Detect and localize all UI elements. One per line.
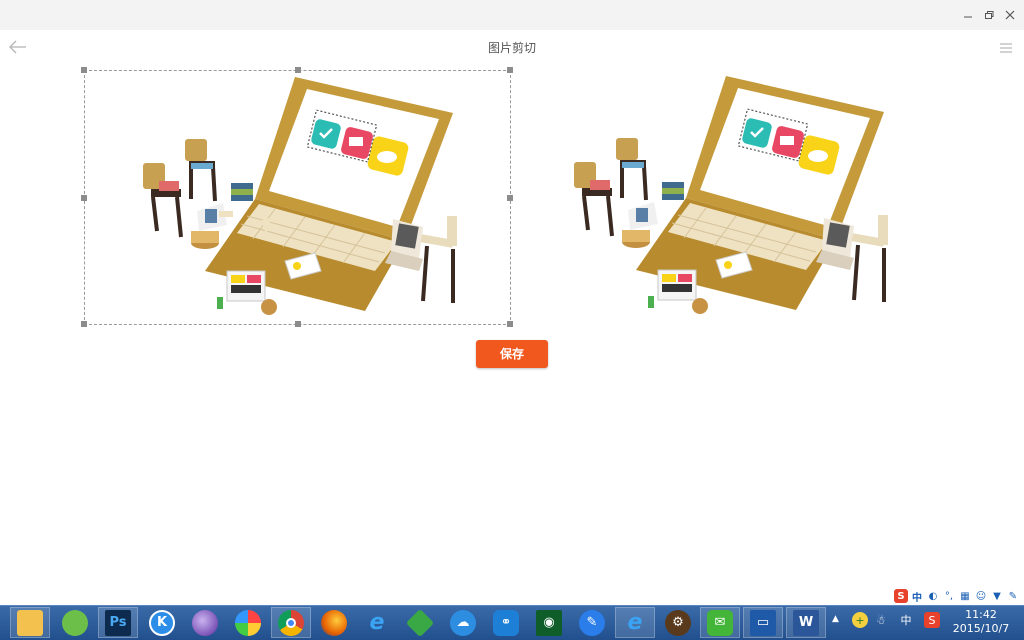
moon-icon[interactable]: ◐ bbox=[926, 589, 940, 603]
sogou-icon[interactable]: S bbox=[894, 589, 908, 603]
taskbar-ie[interactable]: e bbox=[357, 607, 397, 638]
crop-selection-box[interactable] bbox=[81, 67, 513, 327]
show-hidden-icons-icon[interactable]: ▲ bbox=[832, 614, 842, 628]
taskbar-eye-app[interactable]: ◉ bbox=[529, 607, 569, 638]
green-ball-icon bbox=[62, 609, 88, 636]
save-button[interactable]: 保存 bbox=[476, 340, 548, 368]
crop-handle-top-right[interactable] bbox=[507, 67, 513, 73]
taskbar-remote-app[interactable]: ▭ bbox=[743, 607, 783, 638]
taskbar-ie-2[interactable]: e bbox=[615, 607, 655, 638]
firefox-icon bbox=[321, 609, 347, 636]
keyboard-icon[interactable]: ▦ bbox=[958, 589, 972, 603]
monitor-icon: ▭ bbox=[750, 609, 776, 636]
taskbar-green-diamond[interactable] bbox=[400, 607, 440, 638]
crop-handle-bottom-right[interactable] bbox=[507, 321, 513, 327]
hamburger-menu-icon[interactable] bbox=[998, 40, 1014, 54]
ime-toolbar: S 中 ◐ °, ▦ ☺ ▼ ✎ bbox=[892, 587, 1024, 605]
restore-icon[interactable] bbox=[982, 8, 996, 22]
preview-image bbox=[574, 76, 888, 314]
crop-handle-bottom-left[interactable] bbox=[81, 321, 87, 327]
clock-time: 11:42 bbox=[965, 608, 997, 621]
word-icon: W bbox=[793, 609, 819, 636]
minimize-icon[interactable] bbox=[961, 8, 975, 22]
ime-mode-icon[interactable]: 中 bbox=[910, 589, 924, 604]
taskbar-chrome[interactable] bbox=[271, 607, 311, 638]
cyber-icon: ⚙ bbox=[665, 609, 691, 636]
network-icon: ⚭ bbox=[493, 609, 519, 636]
taskbar-wechat[interactable]: ✉ bbox=[700, 607, 740, 638]
taskbar-firefox[interactable] bbox=[314, 607, 354, 638]
user-icon[interactable]: ☺ bbox=[974, 589, 988, 603]
taskbar-word[interactable]: W bbox=[786, 607, 826, 638]
cloud-icon: ☁ bbox=[450, 609, 476, 636]
app-header: 图片剪切 bbox=[0, 30, 1024, 64]
photoshop-icon: Ps bbox=[105, 609, 131, 636]
taskbar-app-green[interactable] bbox=[55, 607, 95, 638]
sogou-tray-icon[interactable]: S bbox=[924, 612, 940, 628]
taskbar-photoshop[interactable]: Ps bbox=[98, 607, 138, 638]
window-title-bar bbox=[0, 0, 1024, 30]
taskbar-purple-sphere[interactable] bbox=[185, 607, 225, 638]
taskbar-file-explorer[interactable] bbox=[10, 607, 50, 638]
taskbar-pen-app[interactable]: ✎ bbox=[572, 607, 612, 638]
wechat-icon: ✉ bbox=[707, 609, 733, 636]
system-clock[interactable]: 11:42 2015/10/7 bbox=[950, 608, 1012, 636]
diamond-icon bbox=[405, 608, 435, 637]
crop-source-image bbox=[143, 77, 457, 315]
wrench-icon[interactable]: ✎ bbox=[1006, 589, 1020, 603]
qq-icon[interactable]: ☃ bbox=[873, 612, 889, 628]
crop-handle-top-left[interactable] bbox=[81, 67, 87, 73]
sphere-icon bbox=[192, 609, 218, 636]
eye-icon: ◉ bbox=[536, 609, 562, 636]
pen-icon: ✎ bbox=[579, 609, 605, 636]
crop-handle-left[interactable] bbox=[81, 195, 87, 201]
taskbar-cloud-app[interactable]: ☁ bbox=[443, 607, 483, 638]
clock-date: 2015/10/7 bbox=[952, 622, 1010, 635]
ie-icon: e bbox=[627, 610, 643, 635]
k-icon: K bbox=[149, 609, 175, 636]
taskbar-kugou[interactable]: K bbox=[142, 607, 182, 638]
taskbar-network-app[interactable]: ⚭ bbox=[486, 607, 526, 638]
security-icon[interactable]: + bbox=[852, 612, 868, 628]
chrome-icon bbox=[278, 609, 304, 636]
colorful-icon bbox=[235, 609, 261, 636]
ie-icon: e bbox=[369, 610, 385, 635]
shirt-icon[interactable]: ▼ bbox=[990, 589, 1004, 603]
crop-handle-top[interactable] bbox=[295, 67, 301, 73]
taskbar-cyber-app[interactable]: ⚙ bbox=[658, 607, 698, 638]
taskbar-colorful-app[interactable] bbox=[228, 607, 268, 638]
crop-handle-bottom[interactable] bbox=[295, 321, 301, 327]
crop-preview bbox=[560, 70, 900, 325]
ime-indicator[interactable]: 中 bbox=[898, 612, 914, 628]
punctuation-icon[interactable]: °, bbox=[942, 589, 956, 603]
folder-icon bbox=[17, 609, 43, 636]
close-icon[interactable] bbox=[1003, 8, 1017, 22]
page-title: 图片剪切 bbox=[487, 41, 536, 55]
crop-handle-right[interactable] bbox=[507, 195, 513, 201]
